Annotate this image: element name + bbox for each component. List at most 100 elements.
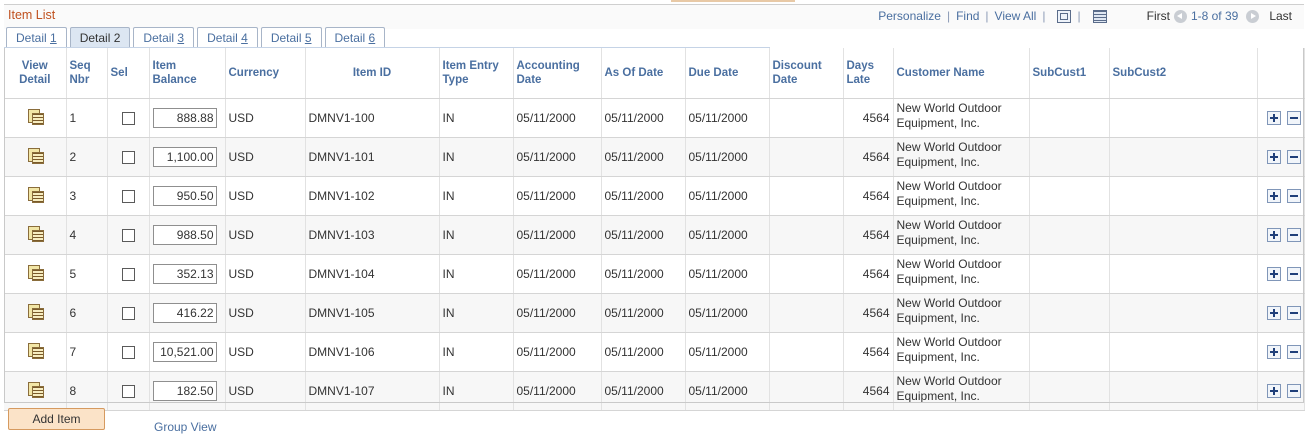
add-row-icon[interactable] — [1266, 188, 1281, 203]
due-date-cell: 05/11/2000 — [685, 98, 770, 138]
tab-detail-3[interactable]: Detail 3 — [133, 27, 195, 48]
item-balance-input[interactable] — [152, 263, 217, 284]
accounting-date-cell: 05/11/2000 — [513, 137, 602, 177]
view-detail-icon[interactable] — [27, 108, 44, 125]
discount-date-cell — [769, 332, 844, 372]
subcust2-cell — [1109, 332, 1258, 372]
delete-row-icon[interactable] — [1286, 383, 1301, 398]
as-of-date-cell: 05/11/2000 — [601, 98, 686, 138]
item-balance-input[interactable] — [152, 302, 217, 323]
tab-detail-5[interactable]: Detail 5 — [260, 27, 322, 48]
delete-row-icon[interactable] — [1286, 227, 1301, 242]
sel-cell — [107, 371, 150, 411]
delete-row-icon[interactable] — [1286, 305, 1301, 320]
subcust1-cell — [1029, 293, 1110, 333]
view-detail-icon[interactable] — [27, 303, 44, 320]
item-entry-type-cell: IN — [439, 293, 514, 333]
row-actions-cell — [1257, 254, 1305, 294]
view-detail-icon[interactable] — [27, 147, 44, 164]
top-accent-strip — [671, 0, 795, 2]
tab-detail-4[interactable]: Detail 4 — [197, 27, 258, 48]
col-customer-name: Customer Name — [893, 48, 1030, 99]
item-balance-input[interactable] — [152, 185, 217, 206]
previous-page-icon[interactable] — [1173, 9, 1187, 23]
col-item-balance: Item Balance — [149, 48, 226, 99]
currency-cell: USD — [225, 371, 306, 411]
item-balance-input[interactable] — [152, 380, 217, 401]
item-balance-input[interactable] — [152, 341, 217, 362]
select-checkbox[interactable] — [121, 345, 135, 359]
seq-nbr-cell: 3 — [66, 176, 108, 216]
nav-separator: | — [1042, 9, 1046, 23]
select-checkbox[interactable] — [121, 267, 135, 281]
first-label: First — [1146, 9, 1170, 23]
select-checkbox[interactable] — [121, 306, 135, 320]
view-detail-icon[interactable] — [27, 186, 44, 203]
group-view-link[interactable]: Group View — [154, 420, 216, 434]
find-link[interactable]: Find — [956, 9, 979, 23]
add-row-icon[interactable] — [1266, 149, 1281, 164]
discount-date-cell — [769, 98, 844, 138]
customer-name-cell: New World Outdoor Equipment, Inc. — [893, 98, 1030, 138]
days-late-cell: 4564 — [843, 215, 894, 255]
add-row-icon[interactable] — [1266, 383, 1281, 398]
view-all-link[interactable]: View All — [995, 9, 1037, 23]
select-checkbox[interactable] — [121, 150, 135, 164]
seq-nbr-cell: 5 — [66, 254, 108, 294]
tab-detail-2[interactable]: Detail 2 — [69, 27, 131, 48]
view-detail-icon[interactable] — [27, 381, 44, 398]
add-row-icon[interactable] — [1266, 266, 1281, 281]
sel-cell — [107, 293, 150, 333]
table-row: 8USDDMNV1-107IN05/11/200005/11/200005/11… — [4, 371, 1305, 411]
days-late-cell: 4564 — [843, 254, 894, 294]
col-due-date: Due Date — [685, 48, 770, 99]
subcust1-cell — [1029, 98, 1110, 138]
days-late-cell: 4564 — [843, 98, 894, 138]
delete-row-icon[interactable] — [1286, 110, 1301, 125]
delete-row-icon[interactable] — [1286, 149, 1301, 164]
col-as-of-date: As Of Date — [601, 48, 686, 99]
as-of-date-cell: 05/11/2000 — [601, 254, 686, 294]
add-row-icon[interactable] — [1266, 305, 1281, 320]
download-excel-icon[interactable] — [1092, 9, 1107, 23]
view-detail-icon[interactable] — [27, 342, 44, 359]
personalize-link[interactable]: Personalize — [878, 9, 941, 23]
view-detail-icon[interactable] — [27, 264, 44, 281]
subcust1-cell — [1029, 254, 1110, 294]
item-id-cell: DMNV1-105 — [305, 293, 440, 333]
select-checkbox[interactable] — [121, 189, 135, 203]
delete-row-icon[interactable] — [1286, 188, 1301, 203]
add-row-icon[interactable] — [1266, 227, 1281, 242]
nav-separator: | — [1077, 9, 1081, 23]
sel-cell — [107, 332, 150, 372]
select-checkbox[interactable] — [121, 384, 135, 398]
item-balance-input[interactable] — [152, 146, 217, 167]
subcust1-cell — [1029, 215, 1110, 255]
view-detail-cell — [4, 371, 67, 411]
item-balance-input[interactable] — [152, 107, 217, 128]
item-entry-type-cell: IN — [439, 98, 514, 138]
col-item-entry-type: Item Entry Type — [439, 48, 514, 99]
delete-row-icon[interactable] — [1286, 266, 1301, 281]
days-late-cell: 4564 — [843, 293, 894, 333]
tab-detail-6[interactable]: Detail 6 — [324, 27, 386, 48]
discount-date-cell — [769, 137, 844, 177]
row-actions-cell — [1257, 215, 1305, 255]
select-checkbox[interactable] — [121, 111, 135, 125]
next-page-icon[interactable] — [1246, 9, 1260, 23]
add-row-icon[interactable] — [1266, 110, 1281, 125]
due-date-cell: 05/11/2000 — [685, 371, 770, 411]
item-entry-type-cell: IN — [439, 137, 514, 177]
delete-row-icon[interactable] — [1286, 344, 1301, 359]
add-row-icon[interactable] — [1266, 344, 1281, 359]
grid-navigation: Personalize | Find | View All | | First … — [878, 9, 1292, 23]
zoom-grid-icon[interactable] — [1057, 9, 1072, 23]
add-item-button[interactable]: Add Item — [8, 408, 105, 430]
col-currency: Currency — [225, 48, 306, 99]
view-detail-icon[interactable] — [27, 225, 44, 242]
item-balance-input[interactable] — [152, 224, 217, 245]
select-checkbox[interactable] — [121, 228, 135, 242]
accounting-date-cell: 05/11/2000 — [513, 176, 602, 216]
customer-name-cell: New World Outdoor Equipment, Inc. — [893, 332, 1030, 372]
tab-detail-1[interactable]: Detail 1 — [6, 27, 67, 48]
